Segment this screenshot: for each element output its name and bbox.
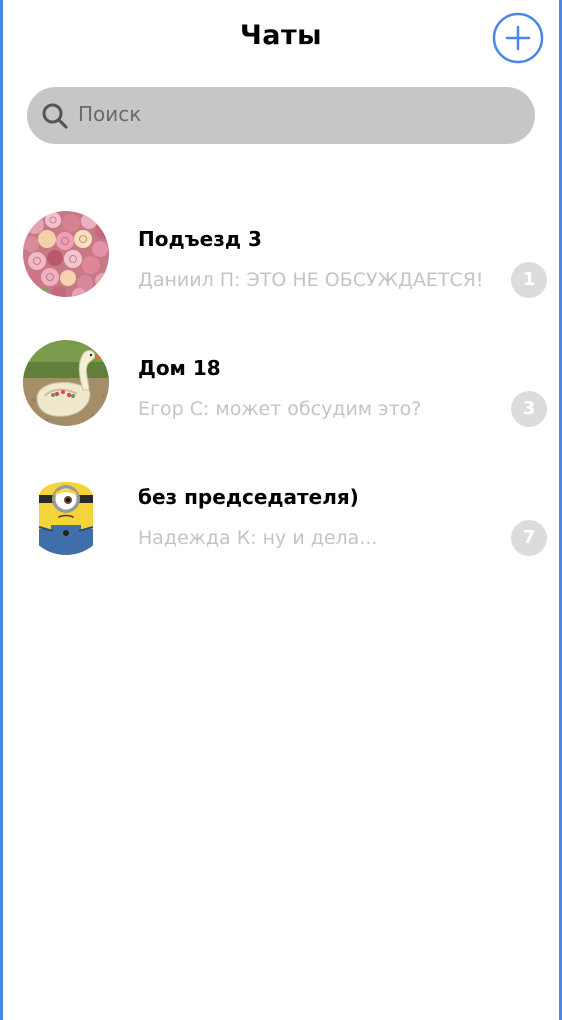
search-input[interactable]: Поиск: [27, 87, 535, 144]
chat-last-message: Надежда К: ну и дела...: [138, 527, 378, 549]
page-title: Чаты: [239, 20, 323, 51]
chat-item-bez-predsedatelya[interactable]: без председателя) Надежда К: ну и дела..…: [3, 463, 559, 592]
search-placeholder: Поиск: [78, 102, 142, 126]
chat-last-message: Даниил П: ЭТО НЕ ОБСУЖДАЕТСЯ!: [138, 269, 484, 291]
swan-planter-avatar-image: [23, 340, 109, 426]
chat-name: Подъезд 3: [138, 227, 262, 251]
avatar: [23, 211, 109, 297]
chat-last-message: Егор С: может обсудим это?: [138, 398, 422, 420]
avatar: [23, 340, 109, 426]
unread-badge: 1: [511, 262, 547, 298]
chat-item-podezd-3[interactable]: Подъезд 3 Даниил П: ЭТО НЕ ОБСУЖДАЕТСЯ! …: [3, 205, 559, 334]
header: Чаты: [3, 0, 559, 80]
chat-item-dom-18[interactable]: Дом 18 Егор С: может обсудим это? 3: [3, 334, 559, 463]
avatar: [23, 469, 109, 555]
plus-circle-icon: [492, 12, 544, 64]
unread-badge: 7: [511, 520, 547, 556]
chat-name: без председателя): [138, 485, 359, 509]
chat-list: Подъезд 3 Даниил П: ЭТО НЕ ОБСУЖДАЕТСЯ! …: [3, 205, 559, 592]
unread-badge: 3: [511, 391, 547, 427]
minion-avatar-image: [23, 469, 109, 555]
roses-avatar-image: [23, 211, 109, 297]
new-chat-button[interactable]: [492, 12, 544, 64]
search-icon: [42, 103, 68, 129]
chat-name: Дом 18: [138, 356, 221, 380]
chats-screen: Чаты Поиск Подъезд 3 Даниил П: ЭТО НЕ ОБ…: [0, 0, 562, 1020]
